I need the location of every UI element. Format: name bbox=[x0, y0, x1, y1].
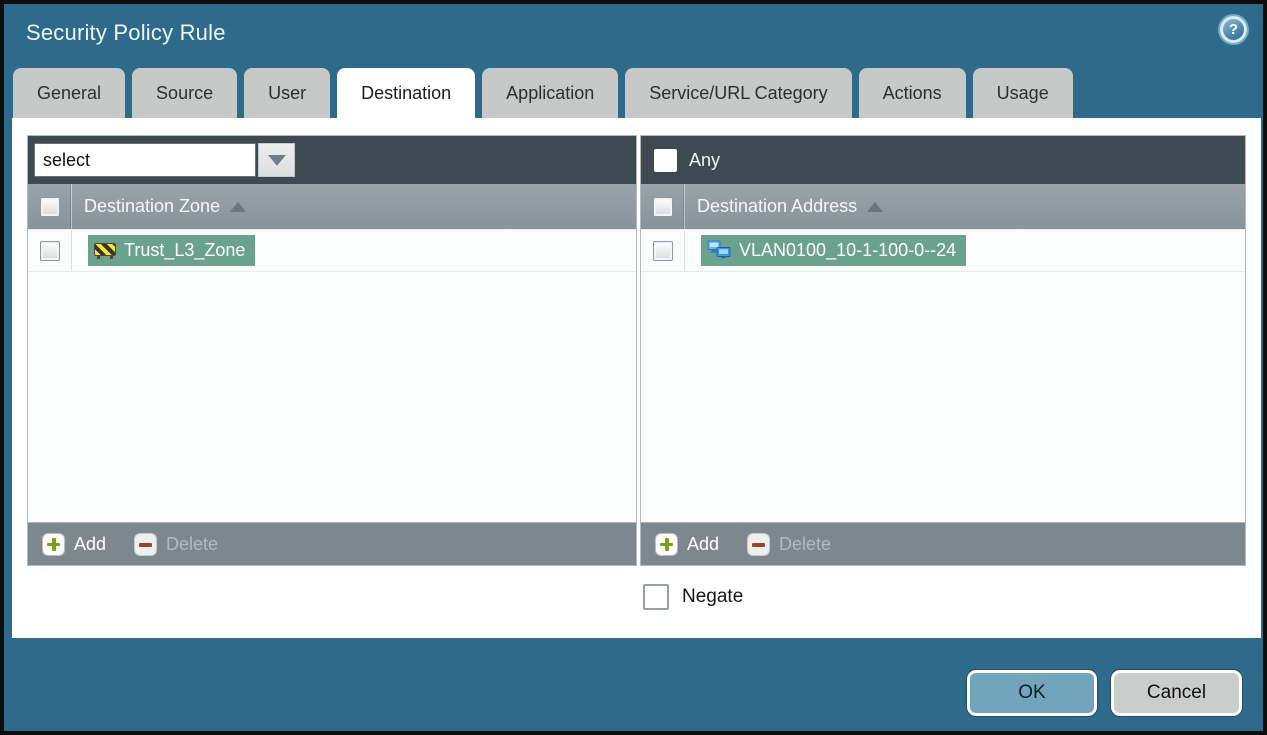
address-toolbar: Any bbox=[641, 136, 1245, 184]
address-add-label: Add bbox=[687, 533, 720, 554]
address-column-label: Destination Address bbox=[697, 196, 858, 216]
destination-tab-content: Destination Zone Trust_L3_Zone bbox=[12, 118, 1261, 638]
zone-rows: Trust_L3_Zone bbox=[28, 230, 636, 522]
zone-tag-label: Trust_L3_Zone bbox=[124, 239, 246, 260]
address-select-all-cell bbox=[641, 184, 685, 229]
address-row-checkbox[interactable] bbox=[652, 240, 673, 261]
security-policy-rule-dialog: Security Policy Rule ? General Source Us… bbox=[0, 0, 1267, 735]
zone-column-header[interactable]: Destination Zone bbox=[28, 184, 636, 230]
tab-general[interactable]: General bbox=[13, 68, 126, 118]
zone-column-label: Destination Zone bbox=[84, 196, 221, 216]
chevron-down-icon bbox=[267, 154, 286, 166]
sort-ascending-icon bbox=[230, 201, 247, 212]
zone-select-input[interactable] bbox=[34, 143, 256, 177]
ok-button[interactable]: OK bbox=[967, 670, 1097, 716]
any-label: Any bbox=[689, 149, 721, 170]
dialog-title: Security Policy Rule bbox=[26, 20, 226, 45]
add-plus-icon bbox=[655, 532, 678, 556]
zone-tag[interactable]: Trust_L3_Zone bbox=[88, 235, 256, 266]
help-icon[interactable]: ? bbox=[1220, 16, 1247, 43]
tab-application[interactable]: Application bbox=[482, 68, 619, 118]
zone-add-label: Add bbox=[74, 533, 107, 554]
delete-minus-icon bbox=[134, 532, 158, 556]
destination-zone-panel: Destination Zone Trust_L3_Zone bbox=[27, 135, 637, 566]
tab-user[interactable]: User bbox=[244, 68, 331, 118]
zone-select-all-checkbox[interactable] bbox=[39, 196, 60, 217]
address-tag-label: VLAN0100_10-1-100-0--24 bbox=[739, 239, 957, 260]
any-checkbox[interactable] bbox=[654, 148, 677, 172]
zone-select-all-cell bbox=[28, 184, 72, 229]
negate-label: Negate bbox=[682, 586, 744, 607]
address-select-all-checkbox[interactable] bbox=[652, 196, 673, 217]
destination-address-panel: Any Destination Address VLAN0100_10-1-10… bbox=[640, 135, 1246, 566]
tab-usage[interactable]: Usage bbox=[972, 68, 1073, 118]
zone-delete-label: Delete bbox=[166, 533, 219, 554]
zone-delete-button[interactable]: Delete bbox=[134, 532, 219, 556]
zone-row-checkbox[interactable] bbox=[39, 240, 60, 261]
tab-bar: General Source User Destination Applicat… bbox=[13, 68, 1073, 118]
zone-row-checkbox-cell bbox=[28, 230, 72, 271]
sort-ascending-icon bbox=[867, 201, 884, 212]
tab-actions[interactable]: Actions bbox=[858, 68, 966, 118]
address-delete-button[interactable]: Delete bbox=[747, 532, 832, 556]
address-footer-bar: Add Delete bbox=[641, 522, 1245, 565]
zone-toolbar bbox=[28, 136, 636, 184]
address-row-checkbox-cell bbox=[641, 230, 685, 271]
zone-add-button[interactable]: Add bbox=[42, 532, 107, 556]
tab-source[interactable]: Source bbox=[132, 68, 238, 118]
negate-checkbox[interactable] bbox=[643, 584, 669, 610]
address-delete-label: Delete bbox=[779, 533, 832, 554]
address-tag[interactable]: VLAN0100_10-1-100-0--24 bbox=[701, 235, 967, 266]
address-add-button[interactable]: Add bbox=[655, 532, 720, 556]
cancel-button[interactable]: Cancel bbox=[1111, 670, 1242, 716]
add-plus-icon bbox=[42, 532, 65, 556]
address-column-header[interactable]: Destination Address bbox=[641, 184, 1245, 230]
network-icon bbox=[707, 240, 731, 259]
zone-select-dropdown-button[interactable] bbox=[258, 143, 295, 177]
zone-row[interactable]: Trust_L3_Zone bbox=[28, 230, 636, 272]
tab-service-url-category[interactable]: Service/URL Category bbox=[625, 68, 852, 118]
address-row[interactable]: VLAN0100_10-1-100-0--24 bbox=[641, 230, 1245, 272]
tab-destination[interactable]: Destination bbox=[337, 68, 476, 118]
negate-row: Negate bbox=[643, 584, 743, 610]
titlebar: Security Policy Rule ? bbox=[4, 4, 1263, 64]
address-rows: VLAN0100_10-1-100-0--24 bbox=[641, 230, 1245, 522]
delete-minus-icon bbox=[747, 532, 771, 556]
zone-icon bbox=[94, 242, 116, 259]
zone-footer-bar: Add Delete bbox=[28, 522, 636, 565]
